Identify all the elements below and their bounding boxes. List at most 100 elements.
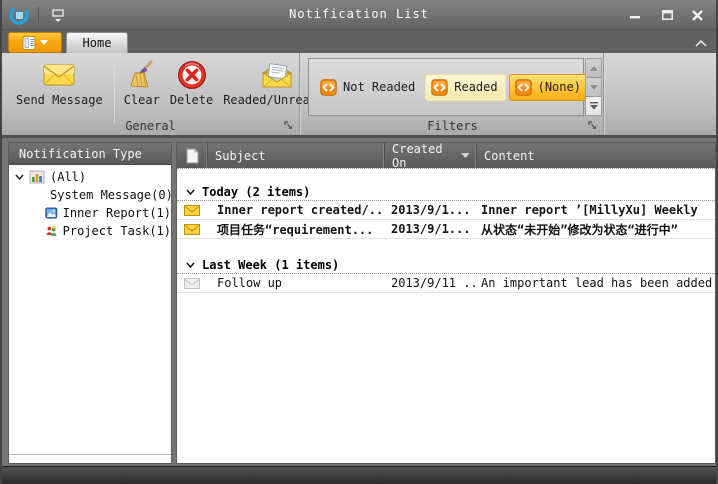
read-envelope-icon [184, 278, 200, 289]
list-spacer [177, 169, 715, 183]
notification-list-panel: Subject Created On Content Today (2 item… [176, 142, 716, 464]
unread-envelope-icon [184, 205, 200, 216]
tree-item-project-task[interactable]: Project Task(1) [9, 222, 171, 240]
chevron-down-icon [186, 262, 195, 268]
gallery-more-icon [590, 102, 598, 110]
tree-item-label: Inner Report(1) [63, 206, 171, 220]
notification-type-tree: (All) System Message(0) Inner Re [9, 165, 171, 240]
app-window: Notification List Home [0, 0, 718, 484]
filter-label: Not Readed [343, 80, 415, 94]
filter-not-readed[interactable]: Not Readed [315, 74, 422, 101]
ribbon: Send Message Clear [2, 53, 716, 138]
chevron-up-icon [695, 40, 707, 47]
window-border-left [0, 0, 2, 484]
dialog-launcher-icon[interactable] [588, 121, 598, 131]
gallery-scroll-up-button[interactable] [585, 58, 602, 78]
gallery-scroll-down-button[interactable] [585, 78, 602, 97]
ribbon-tab-row: Home [0, 30, 718, 53]
filter-label: Readed [454, 80, 497, 94]
row-content: Inner report ’[MillyXu] Weekly [476, 203, 715, 217]
ribbon-collapse-button[interactable] [692, 36, 710, 50]
row-content: 从状态“未开始”修改为状态“进行中” [476, 221, 715, 238]
chart-icon [29, 170, 45, 184]
delete-button[interactable]: Delete [165, 55, 218, 117]
tree-item-system-message[interactable]: System Message(0) [9, 186, 171, 204]
column-label: Created On [392, 142, 461, 170]
row-created-on: 2013/9/1... [384, 203, 476, 217]
filter-none[interactable]: (None) [509, 74, 589, 101]
status-bar [0, 466, 718, 484]
tree-item-label: System Message(0) [50, 188, 173, 202]
sync-icon [431, 79, 448, 96]
group-header-today[interactable]: Today (2 items) [177, 183, 715, 201]
unread-envelope-icon [184, 224, 200, 235]
tree-item-label: (All) [50, 170, 86, 184]
notification-type-panel: Notification Type (All) S [8, 142, 172, 464]
tab-home[interactable]: Home [66, 32, 128, 53]
group-header-last-week[interactable]: Last Week (1 items) [177, 256, 715, 274]
filters-gallery: Not Readed Readed [308, 58, 584, 116]
report-icon [45, 206, 58, 220]
gallery-dropdown-button[interactable] [585, 97, 602, 116]
list-row[interactable]: Follow up 2013/9/11 ... An important lea… [177, 274, 715, 293]
row-subject: Inner report created/... [207, 203, 384, 217]
dialog-launcher-icon[interactable] [284, 121, 294, 131]
row-content: An important lead has been added a note [476, 276, 715, 290]
column-created-on[interactable]: Created On [384, 143, 476, 168]
app-menu-icon [22, 36, 37, 50]
ribbon-group-filters: Not Readed Readed [302, 53, 604, 135]
sidebar-splitter[interactable] [9, 454, 171, 455]
sync-icon [515, 79, 532, 96]
group-label: Today (2 items) [202, 185, 310, 199]
open-envelope-icon [261, 62, 293, 88]
row-created-on: 2013/9/11 ... [384, 276, 476, 290]
list-row[interactable]: Inner report created/... 2013/9/1... Inn… [177, 201, 715, 220]
group-label-filters: Filters [302, 119, 603, 133]
delete-icon [177, 60, 207, 90]
group-label: Last Week (1 items) [202, 258, 339, 272]
note-icon [185, 148, 199, 164]
broom-icon [127, 60, 157, 90]
chevron-down-icon [40, 40, 48, 45]
triangle-down-icon [590, 85, 598, 90]
task-icon [45, 224, 58, 238]
column-icon[interactable] [177, 143, 207, 168]
titlebar: Notification List [0, 0, 718, 30]
list-spacer [177, 239, 715, 256]
filter-label: (None) [538, 80, 581, 94]
clear-button[interactable]: Clear [119, 55, 165, 117]
send-message-label: Send Message [16, 93, 103, 107]
send-message-button[interactable]: Send Message [11, 55, 108, 117]
tree-item-all[interactable]: (All) [9, 168, 171, 186]
sidebar-header: Notification Type [9, 143, 171, 165]
tree-item-label: Project Task(1) [63, 224, 171, 238]
application-menu-button[interactable] [8, 32, 62, 53]
list-body: Today (2 items) Inner report created/...… [177, 168, 715, 293]
list-row[interactable]: 项目任务“requirement... 2013/9/1... 从状态“未开始”… [177, 220, 715, 239]
list-header: Subject Created On Content [177, 143, 715, 168]
row-subject: Follow up [207, 276, 384, 290]
ribbon-group-general: Send Message Clear [2, 53, 300, 135]
sort-desc-icon [461, 153, 470, 158]
row-created-on: 2013/9/1... [384, 222, 476, 236]
delete-label: Delete [170, 93, 213, 107]
column-label: Subject [215, 149, 266, 163]
gallery-scroll [585, 58, 602, 116]
clear-label: Clear [124, 93, 160, 107]
tree-item-inner-report[interactable]: Inner Report(1) [9, 204, 171, 222]
column-subject[interactable]: Subject [207, 143, 384, 168]
row-subject: 项目任务“requirement... [207, 221, 384, 238]
column-content[interactable]: Content [476, 143, 715, 168]
envelope-icon [43, 64, 75, 86]
group-label-general: General [2, 119, 299, 133]
close-button[interactable] [686, 7, 708, 23]
chevron-down-icon [186, 189, 195, 195]
minimize-button[interactable] [624, 7, 646, 23]
maximize-button[interactable] [656, 7, 678, 23]
triangle-up-icon [590, 66, 598, 71]
ribbon-separator [114, 57, 115, 123]
column-label: Content [484, 149, 535, 163]
sync-icon [320, 79, 337, 96]
chevron-down-icon[interactable] [15, 174, 24, 180]
filter-readed[interactable]: Readed [425, 74, 505, 101]
